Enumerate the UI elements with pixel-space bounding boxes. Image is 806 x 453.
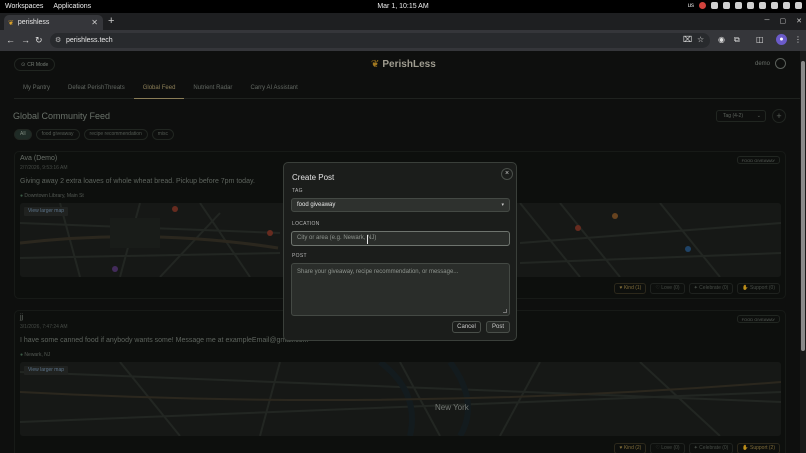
web-page: ⊙ CR Mode ❦ PerishLess demo My Pantry De… [0,51,800,453]
post-placeholder: Share your giveaway, recipe recommendati… [297,269,459,275]
modal-close-button[interactable]: × [501,168,513,180]
tab-title: perishless [17,19,50,26]
resize-handle-icon[interactable] [503,309,507,313]
window-close-icon[interactable]: ✕ [796,17,802,25]
back-icon[interactable]: ← [6,35,15,45]
browser-tab-strip: ❦ perishless ✕ + ─ ▢ ✕ [0,13,806,30]
power-icon[interactable] [795,2,802,9]
browser-menu-icon[interactable]: ⋮ [794,35,802,44]
bluetooth-icon[interactable] [759,2,766,9]
maximize-icon[interactable]: ▢ [780,17,787,25]
extensions-puzzle-icon[interactable]: ⧉ [734,35,740,45]
mic-icon[interactable] [747,2,754,9]
workspaces-menu[interactable]: Workspaces [5,3,43,10]
cancel-button[interactable]: Cancel [452,321,481,333]
browser-tab-perishless[interactable]: ❦ perishless ✕ [4,15,103,30]
location-label: LOCATION [292,221,320,227]
os-clock[interactable]: Mar 1, 10:15 AM [0,3,806,10]
scrollbar-thumb[interactable] [801,61,805,351]
record-icon[interactable] [699,2,706,9]
modal-title: Create Post [292,173,335,182]
window-controls: ─ ▢ ✕ [765,17,802,25]
tag-select[interactable]: food giveaway ▾ [291,198,510,212]
minimize-icon[interactable]: ─ [765,17,770,25]
volume-icon[interactable] [735,2,742,9]
tag-label: TAG [292,188,303,194]
translate-icon[interactable]: ⌧ [683,35,692,44]
tag-select-value: food giveaway [297,202,336,208]
location-placeholder: City or area (e.g. Newark, NJ) [297,235,377,241]
os-top-bar: Workspaces Applications Mar 1, 10:15 AM … [0,0,806,13]
tab-close-icon[interactable]: ✕ [91,18,98,27]
post-label: POST [292,253,307,259]
create-post-modal: Create Post × TAG food giveaway ▾ LOCATI… [283,162,517,341]
applications-menu[interactable]: Applications [53,3,91,10]
battery-icon[interactable] [723,2,730,9]
leaf-favicon-icon: ❦ [8,19,14,27]
post-textarea[interactable]: Share your giveaway, recipe recommendati… [291,263,510,316]
settings-icon[interactable] [771,2,778,9]
reload-icon[interactable]: ↻ [35,35,43,46]
browser-toolbar: ← → ↻ ⚙ perishless.tech ⌧ ☆ ◉ ⧉ ◫ ● ⋮ [0,30,806,51]
page-scrollbar[interactable] [800,51,806,453]
bookmark-star-icon[interactable]: ☆ [697,35,704,44]
forward-icon[interactable]: → [21,35,30,45]
side-panel-icon[interactable]: ◫ [756,35,764,44]
url-text: perishless.tech [66,37,113,44]
new-tab-button[interactable]: + [108,15,114,27]
address-bar[interactable]: ⚙ perishless.tech [50,33,710,48]
text-cursor-icon [367,235,368,244]
accessibility-icon[interactable] [711,2,718,9]
site-info-icon[interactable]: ⚙ [55,36,61,44]
keyboard-layout[interactable]: us [688,3,694,9]
dropdown-arrow-icon: ▾ [501,202,504,208]
system-tray: us [688,2,802,9]
profile-avatar-icon[interactable]: ● [776,34,787,45]
extension-icon[interactable]: ◉ [718,35,725,44]
location-input[interactable]: City or area (e.g. Newark, NJ) [291,231,510,246]
submit-post-button[interactable]: Post [486,321,510,333]
wifi-icon[interactable] [783,2,790,9]
